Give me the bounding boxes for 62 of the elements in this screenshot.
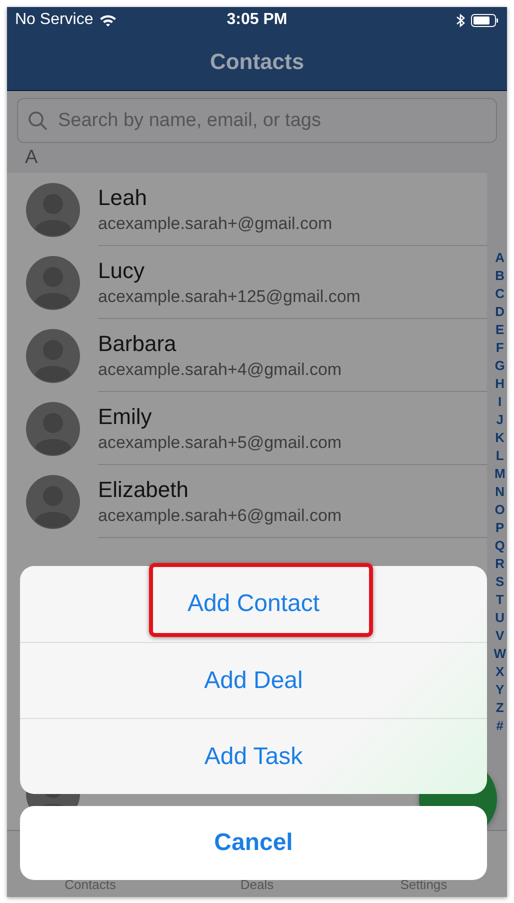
contact-email: acexample.sarah+@gmail.com [98,214,334,234]
index-letter[interactable]: E [496,321,504,339]
battery-icon [471,14,499,26]
action-item[interactable]: Add Task [20,718,487,794]
index-letter[interactable]: B [495,267,505,285]
contact-row[interactable]: Elizabeth acexample.sarah+6@gmail.com [7,465,487,538]
index-letter[interactable]: Q [494,537,505,555]
index-letter[interactable]: D [495,303,505,321]
index-letter[interactable]: L [496,447,504,465]
avatar-icon [26,182,80,236]
contact-row[interactable]: Lucy acexample.sarah+125@gmail.com [7,246,487,319]
screen-title: Contacts [210,48,304,74]
section-index[interactable]: A B C D E F G H I J K L M N O P Q R S T U V W X Y Z # [494,249,506,735]
search-icon [28,110,48,130]
contact-email: acexample.sarah+125@gmail.com [98,286,362,306]
index-letter[interactable]: P [496,519,504,537]
contact-name: Emily [98,404,153,430]
index-letter[interactable]: R [495,555,505,573]
index-letter[interactable]: C [495,285,505,303]
contact-row[interactable]: Barbara acexample.sarah+4@gmail.com [7,319,487,392]
index-letter[interactable]: I [498,393,502,411]
time-label: 3:05 PM [226,11,288,29]
index-letter[interactable]: G [494,357,505,375]
index-letter[interactable]: A [495,249,505,267]
search-input[interactable]: Search by name, email, or tags [56,108,486,132]
index-letter[interactable]: Y [496,681,504,699]
index-letter[interactable]: N [495,483,505,501]
index-letter[interactable]: J [496,411,504,429]
index-letter[interactable]: F [496,339,504,357]
contact-name: Leah [98,184,148,210]
contact-email: acexample.sarah+4@gmail.com [98,360,343,380]
index-letter[interactable]: W [494,645,506,663]
action-item[interactable]: Add Contact [20,566,487,642]
index-letter[interactable]: Z [496,699,504,717]
index-letter[interactable]: O [494,501,505,519]
index-letter[interactable]: X [496,663,504,681]
contact-row[interactable]: Emily acexample.sarah+5@gmail.com [7,392,487,465]
search-field[interactable]: Search by name, email, or tags [17,98,497,143]
avatar-icon [26,474,80,528]
carrier-label: No Service [15,11,94,29]
contact-name: Lucy [98,258,146,284]
contact-email: acexample.sarah+5@gmail.com [98,432,343,452]
index-letter[interactable]: M [494,465,506,483]
index-letter[interactable]: V [496,627,504,645]
cancel-button[interactable]: Cancel [20,806,487,880]
index-letter[interactable]: T [496,591,504,609]
avatar-icon [26,402,80,456]
index-letter[interactable]: K [495,429,505,447]
contact-name: Elizabeth [98,476,190,502]
index-letter[interactable]: S [496,573,504,591]
contact-email: acexample.sarah+6@gmail.com [98,506,343,526]
section-header: A [25,147,38,169]
contact-name: Barbara [98,330,178,356]
index-letter[interactable]: # [496,717,504,735]
action-item[interactable]: Add Deal [20,642,487,718]
avatar-icon [26,328,80,382]
wifi-icon [99,14,118,26]
bluetooth-icon [456,12,465,28]
index-letter[interactable]: H [495,375,505,393]
contact-row[interactable]: Leah acexample.sarah+@gmail.com [7,173,487,246]
index-letter[interactable]: U [495,609,505,627]
avatar-icon [26,256,80,310]
